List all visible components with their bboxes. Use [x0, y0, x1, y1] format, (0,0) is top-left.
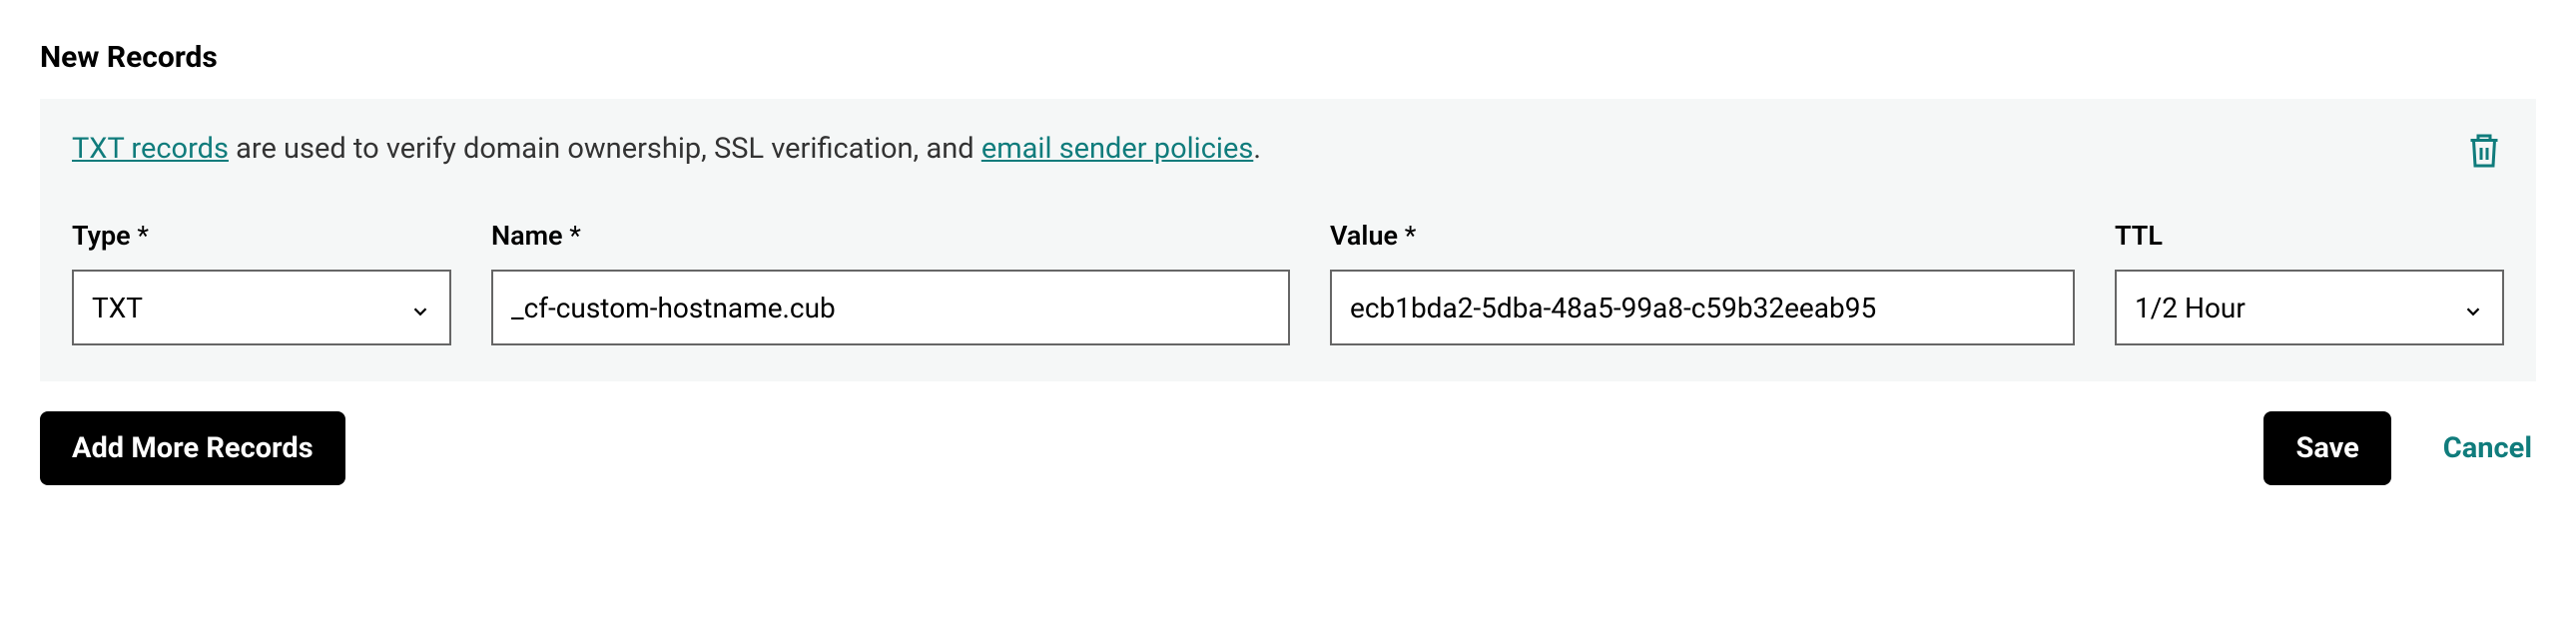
value-label-text: Value	[1330, 220, 1398, 252]
type-select-value: TXT	[92, 292, 143, 324]
name-label-text: Name	[491, 220, 563, 252]
required-star: *	[563, 220, 581, 252]
type-label-text: Type	[72, 220, 131, 252]
required-star: *	[131, 220, 149, 252]
type-select[interactable]: TXT	[72, 270, 451, 345]
name-input[interactable]	[491, 270, 1290, 345]
save-button[interactable]: Save	[2263, 411, 2390, 485]
value-input[interactable]	[1330, 270, 2075, 345]
ttl-field-group: TTL 1/2 Hour	[2115, 220, 2504, 345]
ttl-select[interactable]: 1/2 Hour	[2115, 270, 2504, 345]
value-label: Value *	[1330, 220, 2075, 252]
info-after: .	[1253, 132, 1261, 166]
cancel-button[interactable]: Cancel	[2439, 411, 2536, 485]
chevron-down-icon	[409, 297, 431, 318]
actions-row: Add More Records Save Cancel	[40, 411, 2536, 485]
ttl-label: TTL	[2115, 220, 2504, 252]
ttl-label-text: TTL	[2115, 220, 2163, 252]
fields-row: Type * TXT Name * Value * TTL	[72, 220, 2504, 345]
add-more-records-button[interactable]: Add More Records	[40, 411, 345, 485]
info-row: TXT records are used to verify domain ow…	[72, 129, 2504, 176]
txt-records-link[interactable]: TXT records	[72, 132, 229, 166]
name-field-group: Name *	[491, 220, 1290, 345]
actions-right: Save Cancel	[2263, 411, 2536, 485]
value-field-group: Value *	[1330, 220, 2075, 345]
info-text: TXT records are used to verify domain ow…	[72, 129, 2444, 170]
type-field-group: Type * TXT	[72, 220, 451, 345]
record-panel: TXT records are used to verify domain ow…	[40, 99, 2536, 381]
required-star: *	[1398, 220, 1416, 252]
chevron-down-icon	[2462, 297, 2484, 318]
email-policies-link[interactable]: email sender policies	[981, 132, 1254, 166]
delete-record-button[interactable]	[2464, 129, 2504, 176]
type-label: Type *	[72, 220, 451, 252]
trash-icon	[2466, 159, 2502, 174]
name-label: Name *	[491, 220, 1290, 252]
section-title: New Records	[40, 40, 2536, 75]
info-middle: are used to verify domain ownership, SSL…	[229, 132, 981, 166]
ttl-select-value: 1/2 Hour	[2135, 292, 2246, 324]
